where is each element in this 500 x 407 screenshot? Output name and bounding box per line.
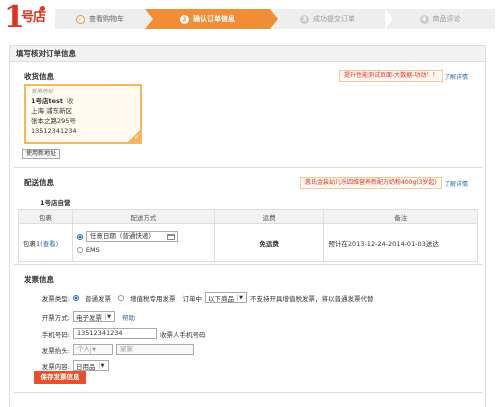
delivery-date-select[interactable]: 任意日期（普通快递） bbox=[85, 231, 178, 242]
invoice-type-label: 发票类型: bbox=[41, 294, 70, 303]
invoice-content-value: 日用品 bbox=[76, 362, 96, 371]
package-cell: 包裹1(查看) bbox=[18, 223, 73, 262]
view-package-link[interactable]: (查看) bbox=[40, 240, 58, 248]
recipient-suffix: 收 bbox=[67, 97, 74, 105]
step-label: 成功提交订单 bbox=[313, 15, 355, 23]
delivery-option-standard: 任意日期（普通快递） bbox=[89, 232, 155, 240]
invoice-method-row: 开票方式: 电子发票 ▼ 帮助 bbox=[34, 311, 135, 322]
divider bbox=[14, 392, 482, 393]
col-header-method: 配送方式 bbox=[71, 209, 215, 224]
chevron-down-icon: ▼ bbox=[105, 313, 112, 320]
default-address-tag: 常用地址 bbox=[31, 89, 54, 95]
phone-input[interactable]: 13512341234 bbox=[73, 328, 157, 339]
step-label: 查看购物车 bbox=[89, 15, 124, 23]
order-form: 填写核对订单信息 收货信息 提升性能测试页面-大数据-功动！！ 了解详情 常用地… bbox=[9, 45, 486, 407]
page-title: 填写核对订单信息 bbox=[10, 46, 485, 62]
step-arrow bbox=[270, 9, 278, 29]
radio-ems[interactable] bbox=[76, 247, 83, 253]
promo-banner-delivery[interactable]: 惠氏金装幼儿乐四维营养新配方奶粉400g(3岁起) bbox=[300, 177, 442, 189]
method-cell: 任意日期（普通快递） EMS bbox=[71, 223, 215, 262]
step-arrow bbox=[385, 9, 393, 29]
delivery-option-ems: EMS bbox=[85, 246, 100, 254]
address-card[interactable]: 常用地址 1号店test 收 上海 浦东新区 张本之路295号 135123412… bbox=[24, 84, 142, 144]
radio-vat-invoice[interactable] bbox=[118, 294, 124, 301]
recipient-name: 1号店test bbox=[31, 97, 64, 105]
step-label: 确认订单信息 bbox=[193, 15, 235, 23]
chevron-down-icon: ▼ bbox=[98, 362, 106, 369]
invoice-type-note-2: 不支持开具增值税发票，将以普通发票代替 bbox=[250, 294, 374, 303]
logo-text: 号店 bbox=[21, 10, 46, 25]
invoice-content-label: 发票内容: bbox=[41, 362, 70, 371]
table-header-row: 包裹 配送方式 运费 备注 bbox=[18, 209, 478, 224]
save-invoice-button[interactable]: 保存发票信息 bbox=[34, 371, 86, 384]
logo[interactable]: 1 号店 bbox=[4, 3, 48, 35]
invoice-method-select[interactable]: 电子发票 ▼ bbox=[73, 311, 115, 322]
step-label: 商品评论 bbox=[432, 15, 461, 23]
invoice-method-value: 电子发票 bbox=[76, 313, 102, 322]
step-submit-order: 3 成功提交订单 bbox=[270, 9, 385, 29]
step-arrow bbox=[145, 9, 153, 29]
chevron-down-icon: ▼ bbox=[237, 294, 244, 301]
store-name: 1号店自营 bbox=[40, 199, 71, 207]
step-review: 4 商品评论 bbox=[385, 9, 495, 29]
checkout-steps: ✓ 查看购物车 2 确认订单信息 3 成功提交订单 4 商品评论 bbox=[55, 9, 495, 29]
invoice-header-label: 发票抬头: bbox=[41, 346, 70, 355]
delivery-info-title: 配送信息 bbox=[24, 178, 54, 187]
calendar-icon[interactable] bbox=[166, 234, 175, 240]
invoice-phone-row: 手机号码: 13512341234 收票人手机号码 bbox=[34, 328, 206, 339]
items-select-value: 以下商品 bbox=[208, 294, 234, 303]
invoice-type-row: 发票类型: 普通发票 增值税专用发票 订单中 以下商品 ▼ 不支持开具增值税发票，… bbox=[34, 292, 374, 303]
selected-check-icon: ✓ bbox=[126, 128, 142, 144]
address-line-2: 张本之路295号 bbox=[31, 117, 76, 125]
invoice-info-title: 发票信息 bbox=[24, 275, 54, 284]
divider bbox=[14, 264, 482, 265]
invoice-content-row: 发票内容: 日用品 ▼ bbox=[34, 360, 109, 371]
radio-standard-delivery[interactable] bbox=[76, 233, 83, 240]
items-select[interactable]: 以下商品 ▼ bbox=[205, 292, 247, 303]
col-header-note: 备注 bbox=[323, 209, 478, 224]
shipping-info-title: 收货信息 bbox=[24, 72, 54, 81]
promo-banner[interactable]: 提升性能测试页面-大数据-功动！！ bbox=[339, 70, 444, 82]
shipping-table: 包裹 配送方式 运费 备注 包裹1(查看) 任意日期（普通快递） EMS 免运费… bbox=[18, 209, 478, 262]
promo-details-link-delivery[interactable]: 了解详情 bbox=[444, 179, 468, 188]
radio-normal-invoice[interactable] bbox=[73, 294, 79, 301]
invoice-header-row: 发票抬头: 个人 ▼ 家家 bbox=[34, 344, 194, 355]
invoice-content-select[interactable]: 日用品 ▼ bbox=[73, 360, 109, 371]
divider bbox=[14, 167, 482, 168]
invoice-type-normal: 普通发票 bbox=[85, 294, 111, 303]
note-cell: 预计在2013-12-24-2014-01-03送达 bbox=[323, 223, 478, 262]
invoice-header-select[interactable]: 个人 ▼ bbox=[73, 344, 113, 355]
address-line-1: 上海 浦东新区 bbox=[31, 107, 73, 115]
table-row: 包裹1(查看) 任意日期（普通快递） EMS 免运费 预计在2013-12-24… bbox=[18, 223, 478, 262]
step-view-cart[interactable]: ✓ 查看购物车 bbox=[55, 9, 145, 29]
chevron-down-icon: ▼ bbox=[90, 347, 97, 354]
invoice-type-vat: 增值税专用发票 bbox=[130, 294, 176, 303]
step-confirm-order: 2 确认订单信息 bbox=[145, 9, 270, 29]
phone-note: 收票人手机号码 bbox=[160, 330, 206, 339]
promo-details-link[interactable]: 了解详情 bbox=[444, 72, 468, 81]
invoice-type-note: 订单中 bbox=[182, 294, 203, 303]
address-phone: 13512341234 bbox=[31, 127, 77, 135]
col-header-fee: 运费 bbox=[213, 209, 325, 224]
invoice-header-value: 个人 bbox=[77, 345, 90, 353]
step-number: 3 bbox=[300, 14, 309, 24]
fee-cell: 免运费 bbox=[213, 223, 325, 262]
invoice-header-input[interactable]: 家家 bbox=[116, 344, 194, 355]
invoice-method-label: 开票方式: bbox=[41, 313, 70, 322]
step-check-icon: ✓ bbox=[76, 14, 85, 24]
invoice-phone-label: 手机号码: bbox=[41, 330, 70, 339]
package-name: 包裹1 bbox=[23, 239, 41, 248]
step-number: 4 bbox=[419, 14, 429, 24]
step-number: 2 bbox=[180, 14, 189, 24]
use-new-address-button[interactable]: 使用新地址 bbox=[22, 149, 61, 159]
col-header-package: 包裹 bbox=[18, 209, 73, 224]
logo-dot bbox=[40, 6, 45, 11]
help-link[interactable]: 帮助 bbox=[122, 312, 135, 322]
